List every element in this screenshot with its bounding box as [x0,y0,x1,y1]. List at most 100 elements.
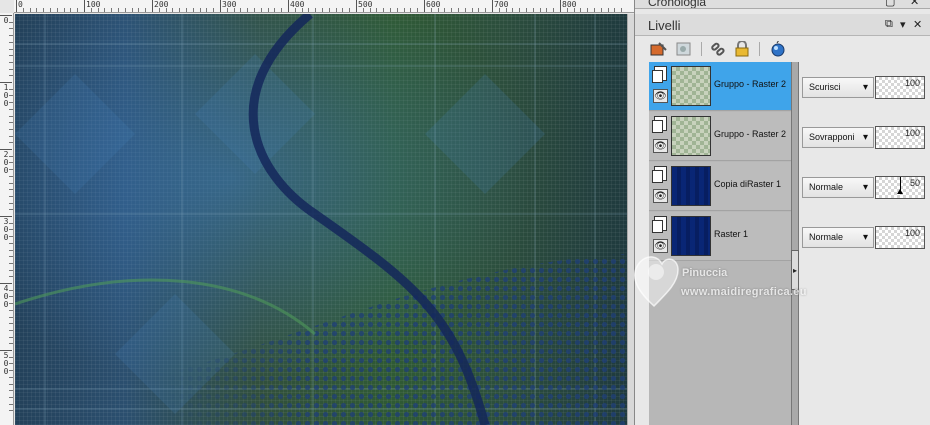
ruler-minor-tick [50,8,51,12]
blend-mode-dropdown[interactable]: Normale [802,177,874,198]
ruler-minor-tick [70,8,72,12]
ruler-minor-tick [9,403,13,405]
ruler-minor-tick [9,242,13,244]
opacity-slider[interactable]: 100 [875,126,925,149]
panel-menu-icon[interactable]: ▾ [900,18,906,31]
ruler-minor-tick [9,296,13,298]
ruler-minor-tick [9,48,13,50]
watermark-url: www.maidiregrafica.eu [681,286,807,298]
ruler-minor-tick [9,363,13,365]
ruler-minor-tick [9,122,13,124]
ruler-minor-tick [451,8,453,12]
ruler-minor-tick [138,8,140,12]
layer-name: Gruppo - Raster 2 [714,129,787,139]
ruler-minor-tick [9,269,13,271]
opacity-slider[interactable]: 100 [875,76,925,99]
ruler-minor-tick [322,8,323,12]
right-panel: Cronologia ▢ ✕ Livelli ⧉ ▾ ✕ 👁 Gruppo - … [634,0,930,425]
close-icon[interactable]: ✕ [910,0,919,8]
blend-mode-dropdown[interactable]: Scurisci [802,77,874,98]
layer-properties-row: Scurisci 100 [799,62,930,111]
ruler-minor-tick [9,256,13,258]
ruler-minor-tick [328,8,330,12]
ruler-minor-tick [111,8,113,12]
ruler-minor-tick [9,21,13,23]
visibility-eye-icon[interactable]: 👁 [653,89,668,103]
ruler-minor-tick [179,8,181,12]
ruler-minor-tick [9,249,13,251]
ruler-minor-tick [9,162,13,164]
visibility-eye-icon[interactable]: 👁 [653,139,668,153]
restore-icon[interactable]: ▢ [885,0,895,8]
ruler-minor-tick [532,8,534,12]
link-icon[interactable] [709,41,727,57]
ruler-minor-tick [9,28,13,30]
ruler-minor-tick [267,8,269,12]
ruler-minor-tick [226,8,228,12]
opacity-value: 50 [909,178,920,188]
layer-name: Copia diRaster 1 [714,179,782,189]
close-icon[interactable]: ✕ [913,18,922,31]
ruler-minor-tick [315,8,317,12]
ruler-minor-tick [553,8,555,12]
ruler-minor-tick [9,195,13,197]
ruler-minor-tick [444,8,446,12]
ruler-minor-tick [192,8,194,12]
canvas-vertical-scrollbar[interactable] [627,14,634,425]
page-icon[interactable] [652,166,667,183]
ruler-minor-tick [519,8,521,12]
ruler-minor-tick [437,8,439,12]
ruler-minor-tick [9,202,13,204]
ruler-minor-tick [9,55,13,57]
visibility-eye-icon[interactable]: 👁 [653,189,668,203]
layers-toolbar [635,36,930,62]
canvas-area: 0 100 200 300 400 500 600 700 800 01 0 02 0 03 0… [0,0,634,425]
ruler-minor-tick [362,8,364,12]
ruler-minor-tick [172,8,174,12]
ruler-minor-tick [580,8,582,12]
opacity-slider[interactable]: 50 [875,176,925,199]
lock-icon[interactable] [733,40,751,57]
ruler-minor-tick [199,8,201,12]
ruler-minor-tick [9,222,13,224]
layer-row[interactable]: 👁 Gruppo - Raster 2 [649,62,791,111]
layer-row[interactable]: 👁 Gruppo - Raster 2 [649,112,791,161]
layer-styles-icon[interactable] [769,39,787,57]
ruler-minor-tick [9,236,13,238]
ruler-minor-tick [9,182,13,184]
ruler-minor-tick [9,102,13,104]
dock-icon[interactable]: ⧉ [885,18,893,31]
page-icon[interactable] [652,116,667,133]
layer-row-icons: 👁 [652,64,670,108]
history-panel-header: Cronologia ▢ ✕ [635,0,930,9]
opacity-marker[interactable] [897,177,903,194]
new-layer-icon[interactable] [650,41,668,57]
blend-mode-dropdown[interactable]: Sovrapponi [802,127,874,148]
ruler-minor-tick [607,8,609,12]
ruler-minor-tick [9,390,13,392]
ruler-minor-tick [118,8,119,12]
page-icon[interactable] [652,216,667,233]
layer-row[interactable]: 👁 Copia diRaster 1 [649,162,791,211]
ruler-minor-tick [213,8,215,12]
page-icon[interactable] [652,66,667,83]
ruler-minor-tick [56,8,58,12]
image-canvas[interactable] [15,14,627,425]
ruler-minor-tick [9,95,13,97]
horizontal-ruler: 0 100 200 300 400 500 600 700 800 [14,0,634,13]
opacity-slider[interactable]: 100 [875,226,925,249]
ruler-minor-tick [281,8,283,12]
ruler-minor-tick [301,8,303,12]
ruler-minor-tick [403,8,405,12]
ruler-minor-tick [505,8,507,12]
ruler-minor-tick [158,8,160,12]
ruler-minor-tick [9,155,13,157]
ruler-minor-tick [485,8,487,12]
ruler-minor-tick [308,8,310,12]
ruler-minor-tick [9,336,13,338]
ruler-minor-tick [396,8,398,12]
ruler-minor-tick [9,370,13,372]
ruler-minor-tick [349,8,351,12]
mask-icon[interactable] [675,41,693,57]
ruler-minor-tick [9,396,13,398]
